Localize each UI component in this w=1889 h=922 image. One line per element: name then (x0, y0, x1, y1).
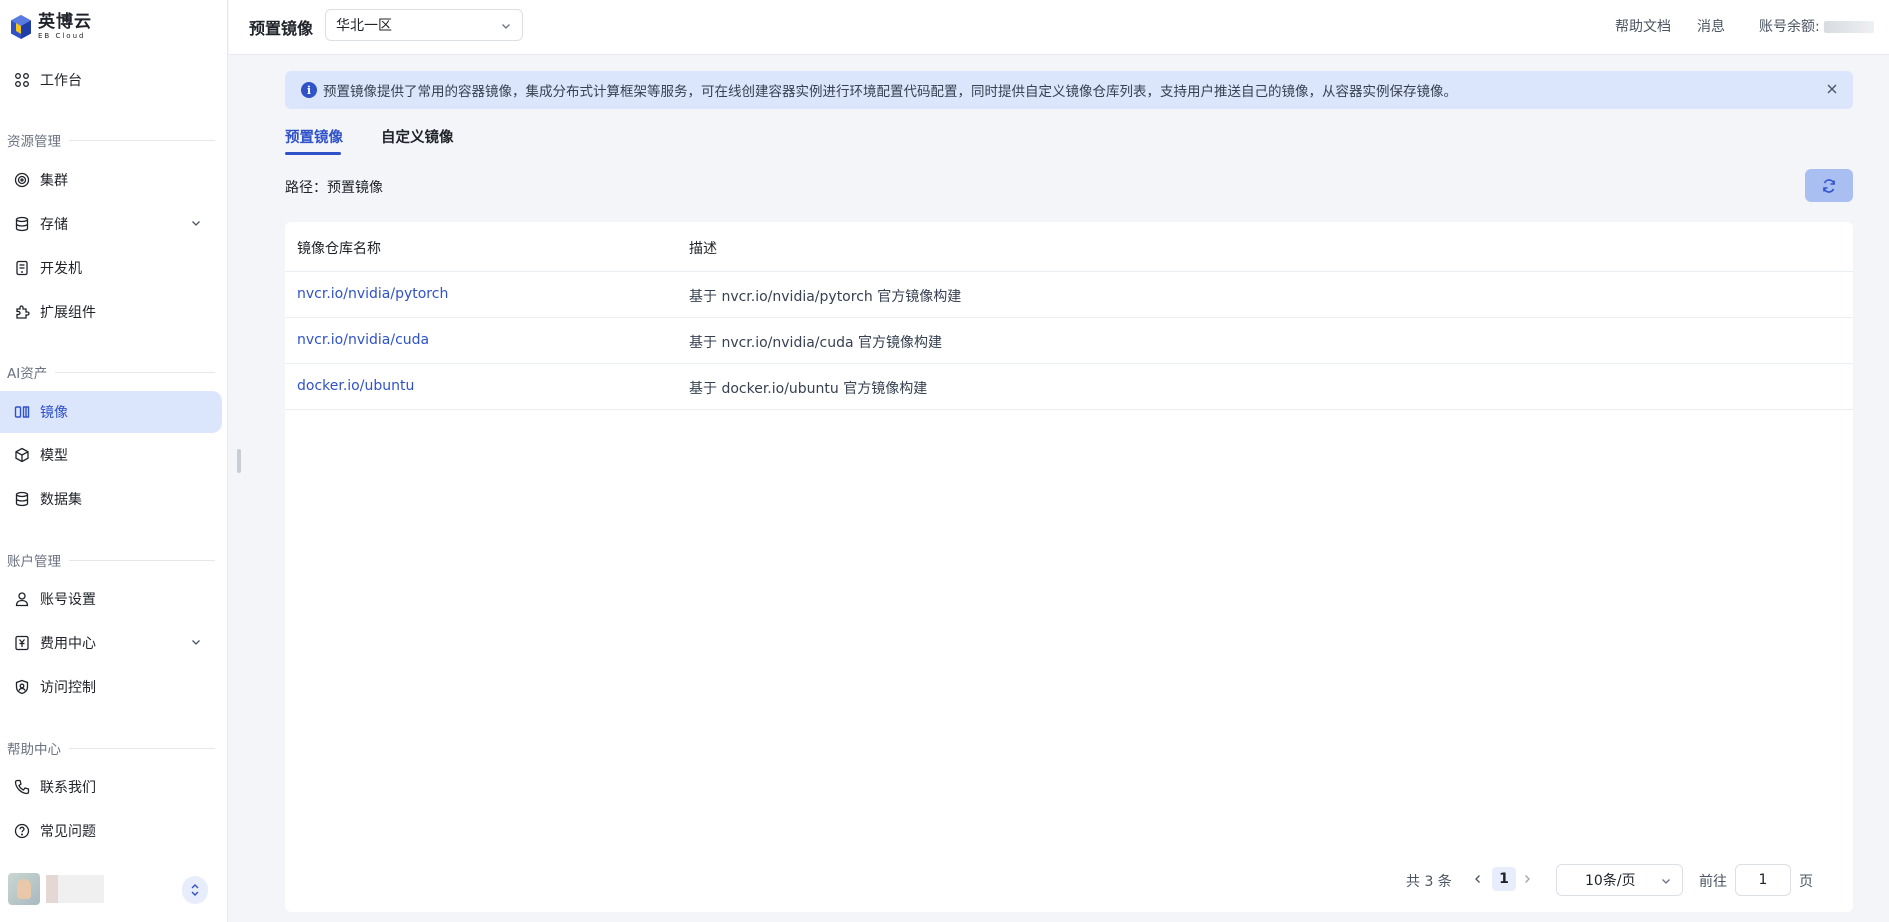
sidebar-item-images[interactable]: 镜像 (0, 391, 222, 433)
sidebar-item-label: 费用中心 (40, 636, 96, 652)
page-size-select[interactable]: 10条/页 (1556, 864, 1683, 896)
devbox-icon (14, 260, 30, 276)
sidebar-item-label: 模型 (40, 448, 68, 464)
sidebar-item-devbox[interactable]: 开发机 (0, 247, 222, 289)
page-suffix-label: 页 (1799, 874, 1813, 890)
database-icon (14, 216, 30, 232)
section-title-account: 账户管理 (7, 550, 215, 570)
table-header: 镜像仓库名称 描述 (285, 222, 1853, 272)
column-header-name: 镜像仓库名称 (297, 241, 381, 257)
goto-page-input[interactable] (1735, 864, 1791, 896)
sidebar-item-contact[interactable]: 联系我们 (0, 766, 222, 808)
sidebar-item-label: 访问控制 (40, 680, 96, 696)
account-balance[interactable]: 账号余额: (1759, 16, 1875, 36)
region-select[interactable]: 华北一区 (325, 9, 523, 41)
cube-icon (14, 447, 30, 463)
active-tab-indicator (285, 152, 341, 155)
help-docs-link[interactable]: 帮助文档 (1615, 16, 1671, 36)
image-book-icon (14, 404, 30, 420)
logo-icon (11, 15, 31, 39)
phone-icon (14, 779, 30, 795)
pagination-page-current[interactable]: 1 (1492, 867, 1516, 891)
sidebar-item-cluster[interactable]: 集群 (0, 159, 222, 201)
images-table: 镜像仓库名称 描述 nvcr.io/nvidia/pytorch 基于 nvcr… (285, 222, 1853, 912)
sidebar-item-label: 数据集 (40, 492, 82, 508)
sidebar-item-label: 常见问题 (40, 824, 96, 840)
repo-description: 基于 nvcr.io/nvidia/pytorch 官方镜像构建 (689, 289, 962, 305)
user-name-redacted (46, 875, 104, 903)
pagination-total: 共 3 条 (1406, 874, 1452, 890)
brand-logo[interactable]: 英博云 EB Cloud (10, 12, 92, 42)
table-row: docker.io/ubuntu 基于 docker.io/ubuntu 官方镜… (285, 364, 1853, 410)
sidebar-item-workbench[interactable]: 工作台 (0, 59, 222, 101)
repo-description: 基于 docker.io/ubuntu 官方镜像构建 (689, 381, 928, 397)
workbench-icon (14, 72, 30, 88)
sidebar-item-storage[interactable]: 存储 (0, 203, 222, 245)
tab-custom-images[interactable]: 自定义镜像 (381, 126, 454, 147)
sidebar-item-billing[interactable]: 费用中心 (0, 622, 222, 664)
region-select-value: 华北一区 (336, 18, 392, 34)
tab-preset-images[interactable]: 预置镜像 (285, 126, 343, 147)
table-row: nvcr.io/nvidia/pytorch 基于 nvcr.io/nvidia… (285, 272, 1853, 318)
chevron-down-icon[interactable] (190, 636, 202, 648)
user-bar[interactable] (8, 872, 208, 906)
section-title-resources: 资源管理 (7, 130, 215, 150)
breadcrumb: 路径：预置镜像 (285, 180, 383, 196)
section-title-help: 帮助中心 (7, 738, 215, 758)
info-alert: i 预置镜像提供了常用的容器镜像，集成分布式计算框架等服务，可在线创建容器实例进… (285, 71, 1853, 109)
sidebar-item-label: 扩展组件 (40, 305, 96, 321)
puzzle-icon (14, 304, 30, 320)
balance-label: 账号余额: (1759, 19, 1820, 35)
sidebar-item-label: 开发机 (40, 261, 82, 277)
top-header: 预置镜像 华北一区 帮助文档 消息 账号余额: (229, 0, 1889, 55)
chevron-down-icon (1662, 879, 1670, 884)
question-circle-icon (14, 823, 30, 839)
sidebar-item-label: 集群 (40, 173, 68, 189)
chevron-right-icon[interactable] (1521, 873, 1533, 885)
sidebar-item-extensions[interactable]: 扩展组件 (0, 291, 222, 333)
info-icon: i (301, 82, 317, 98)
sidebar-item-label: 镜像 (40, 405, 68, 421)
alert-text: 预置镜像提供了常用的容器镜像，集成分布式计算框架等服务，可在线创建容器实例进行环… (323, 84, 1457, 100)
goto-label: 前往 (1699, 874, 1727, 890)
repo-name-link[interactable]: docker.io/ubuntu (297, 378, 414, 394)
sidebar-item-label: 工作台 (40, 73, 82, 89)
sidebar-item-datasets[interactable]: 数据集 (0, 478, 222, 520)
brand-name: 英博云 (38, 12, 92, 32)
table-row: nvcr.io/nvidia/cuda 基于 nvcr.io/nvidia/cu… (285, 318, 1853, 364)
sidebar-item-faq[interactable]: 常见问题 (0, 810, 222, 852)
refresh-button[interactable] (1805, 169, 1853, 202)
sidebar-item-access-control[interactable]: 访问控制 (0, 666, 222, 708)
chevron-up-down-icon (191, 884, 199, 896)
sidebar-item-label: 账号设置 (40, 592, 96, 608)
balance-value-redacted (1824, 21, 1875, 33)
close-icon[interactable] (1825, 82, 1839, 96)
account-switch-button[interactable] (182, 876, 208, 904)
chevron-down-icon[interactable] (190, 217, 202, 229)
page-size-value: 10条/页 (1585, 873, 1636, 889)
repo-description: 基于 nvcr.io/nvidia/cuda 官方镜像构建 (689, 335, 943, 351)
yen-icon (14, 635, 30, 651)
sidebar: 英博云 EB Cloud 工作台 资源管理 集群 存储 开发机 扩展组件 AI资… (0, 0, 228, 922)
chevron-left-icon[interactable] (1472, 873, 1484, 885)
shield-user-icon (14, 679, 30, 695)
user-icon (14, 591, 30, 607)
chevron-down-icon (502, 24, 510, 29)
repo-name-link[interactable]: nvcr.io/nvidia/pytorch (297, 286, 448, 302)
sidebar-item-label: 存储 (40, 217, 68, 233)
sidebar-item-account-settings[interactable]: 账号设置 (0, 578, 222, 620)
messages-link[interactable]: 消息 (1697, 16, 1725, 36)
database-icon (14, 491, 30, 507)
sidebar-item-models[interactable]: 模型 (0, 434, 222, 476)
refresh-icon (1823, 178, 1835, 193)
brand-name-en: EB Cloud (38, 32, 86, 40)
page-title: 预置镜像 (249, 19, 314, 38)
avatar[interactable] (8, 873, 40, 905)
section-title-ai-assets: AI资产 (7, 362, 215, 382)
repo-name-link[interactable]: nvcr.io/nvidia/cuda (297, 332, 429, 348)
cluster-icon (14, 172, 30, 188)
sidebar-resize-handle[interactable] (237, 449, 241, 473)
column-header-description: 描述 (689, 241, 717, 257)
sidebar-item-label: 联系我们 (40, 780, 96, 796)
